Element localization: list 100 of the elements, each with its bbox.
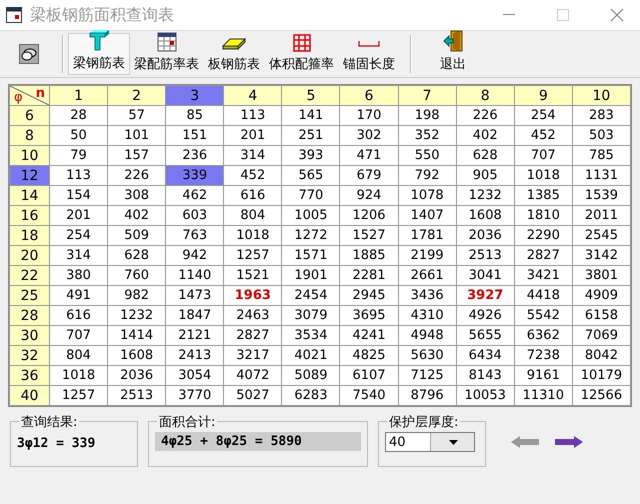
row-header[interactable]: 20 <box>10 246 50 266</box>
table-cell: 1885 <box>340 246 398 266</box>
cover-dropdown[interactable]: 40 <box>385 432 475 452</box>
column-header[interactable]: 6 <box>340 86 398 106</box>
toolbar-button[interactable]: 板钢筋表 <box>203 33 265 75</box>
table-cell: 1781 <box>398 226 456 246</box>
row-header[interactable]: 8 <box>10 126 50 146</box>
table-cell: 1414 <box>108 326 166 346</box>
table-cell: 151 <box>166 126 224 146</box>
row-header[interactable]: 22 <box>10 266 50 286</box>
row-header[interactable]: 28 <box>10 306 50 326</box>
table-cell: 2199 <box>398 246 456 266</box>
table-cell: 942 <box>166 246 224 266</box>
toolbar-button[interactable]: 锚固长度 <box>338 33 400 75</box>
table-cell: 1521 <box>224 266 282 286</box>
table-cell: 1608 <box>108 346 166 366</box>
row-header[interactable]: 12 <box>10 166 50 186</box>
column-header[interactable]: 2 <box>108 86 166 106</box>
column-header[interactable]: 5 <box>282 86 340 106</box>
table-cell: 6434 <box>456 346 514 366</box>
column-header[interactable]: 4 <box>224 86 282 106</box>
table-cell: 1018 <box>514 166 572 186</box>
toolbar-button[interactable]: 体积配箍率 <box>265 33 338 75</box>
result-value: 3φ12 = 339 <box>17 436 96 451</box>
table-cell: 11310 <box>514 386 572 406</box>
grid-icon <box>292 34 310 52</box>
table-cell: 1963 <box>224 286 282 306</box>
column-header[interactable]: 8 <box>456 86 514 106</box>
table-cell: 1385 <box>514 186 572 206</box>
column-header[interactable]: 1 <box>50 86 108 106</box>
row-header[interactable]: 6 <box>10 106 50 126</box>
table-cell: 2513 <box>108 386 166 406</box>
table-cell: 1131 <box>572 166 630 186</box>
t-beam-icon <box>88 29 110 51</box>
table-cell: 402 <box>108 206 166 226</box>
table-cell: 1901 <box>282 266 340 286</box>
table-cell: 924 <box>340 186 398 206</box>
table-cell: 2413 <box>166 346 224 366</box>
row-header[interactable]: 36 <box>10 366 50 386</box>
table-cell: 707 <box>50 326 108 346</box>
column-header[interactable]: 9 <box>514 86 572 106</box>
table-cell: 314 <box>50 246 108 266</box>
table-cell: 4825 <box>340 346 398 366</box>
row-header[interactable]: 18 <box>10 226 50 246</box>
table-cell: 254 <box>50 226 108 246</box>
table-cell: 3041 <box>456 266 514 286</box>
row-header[interactable]: 30 <box>10 326 50 346</box>
table-cell: 491 <box>50 286 108 306</box>
table-cell: 393 <box>282 146 340 166</box>
row-header[interactable]: 25 <box>10 286 50 306</box>
table-cell: 1018 <box>224 226 282 246</box>
table-cell: 452 <box>224 166 282 186</box>
table-cell: 4310 <box>398 306 456 326</box>
phi-label: φ <box>14 90 23 105</box>
table-cell: 154 <box>50 186 108 206</box>
table-cell: 5027 <box>224 386 282 406</box>
table-icon <box>156 32 176 52</box>
row-header[interactable]: 16 <box>10 206 50 226</box>
table-cell: 3142 <box>572 246 630 266</box>
table-cell: 113 <box>224 106 282 126</box>
table-cell: 8042 <box>572 346 630 366</box>
table-cell: 1232 <box>456 186 514 206</box>
row-header[interactable]: 40 <box>10 386 50 406</box>
caret-icon <box>449 440 458 444</box>
window-title: 梁板钢筋面积查询表 <box>30 4 175 26</box>
row-header[interactable]: 14 <box>10 186 50 206</box>
table-cell: 226 <box>456 106 514 126</box>
table-cell: 1257 <box>50 386 108 406</box>
table-cell: 201 <box>50 206 108 226</box>
table-cell: 85 <box>166 106 224 126</box>
table-cell: 302 <box>340 126 398 146</box>
toggle-icon[interactable] <box>19 44 39 64</box>
table-cell: 170 <box>340 106 398 126</box>
table-cell: 3801 <box>572 266 630 286</box>
toolbar-button[interactable]: 梁钢筋表 <box>68 33 130 75</box>
toolbar-button[interactable]: 退出 <box>422 33 484 75</box>
table-cell: 1810 <box>514 206 572 226</box>
table-cell: 6362 <box>514 326 572 346</box>
table-cell: 1078 <box>398 186 456 206</box>
table-cell: 5542 <box>514 306 572 326</box>
column-header[interactable]: 10 <box>572 86 630 106</box>
toolbar-button[interactable]: 梁配筋率表 <box>130 33 203 75</box>
row-header[interactable]: 10 <box>10 146 50 166</box>
column-header[interactable]: 3 <box>166 86 224 106</box>
total-value: 4φ25 + 8φ25 = 5890 <box>155 432 361 451</box>
column-header[interactable]: 7 <box>398 86 456 106</box>
table-cell: 628 <box>456 146 514 166</box>
table-cell: 804 <box>224 206 282 226</box>
table-cell: 8796 <box>398 386 456 406</box>
group-label: 面积合计: <box>157 413 218 431</box>
table-cell: 1005 <box>282 206 340 226</box>
table-cell: 10179 <box>572 366 630 386</box>
table-cell: 4021 <box>282 346 340 366</box>
table-cell: 2945 <box>340 286 398 306</box>
row-header[interactable]: 32 <box>10 346 50 366</box>
table-cell: 1571 <box>282 246 340 266</box>
table-cell: 101 <box>108 126 166 146</box>
table-cell: 8143 <box>456 366 514 386</box>
table-cell: 4072 <box>224 366 282 386</box>
table-cell: 1527 <box>340 226 398 246</box>
